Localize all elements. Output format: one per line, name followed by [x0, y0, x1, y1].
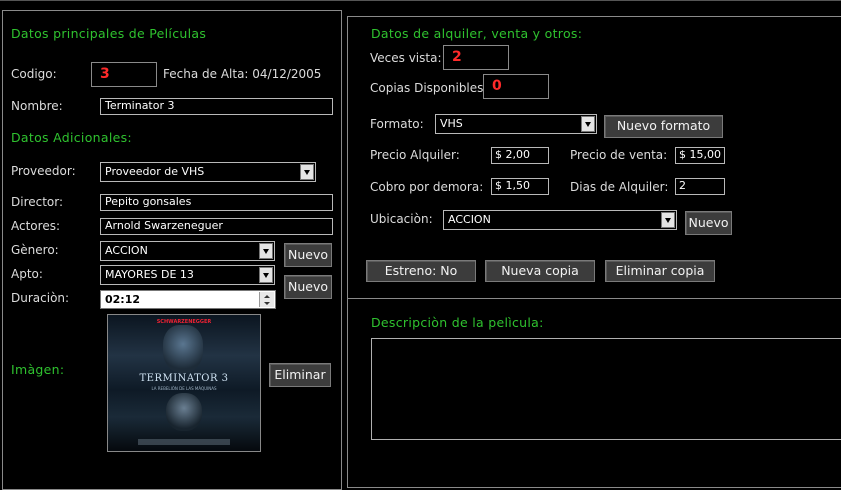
descripcion-title: Descripciòn de la pelìcula:: [371, 315, 544, 330]
section-divider: [348, 298, 841, 299]
copias-field[interactable]: 0: [483, 74, 549, 99]
nombre-field[interactable]: Terminator 3: [100, 98, 333, 115]
precio-alquiler-label: Precio Alquiler:: [370, 148, 460, 162]
formato-select[interactable]: VHS: [435, 114, 597, 134]
duracion-spinner[interactable]: 02:12: [100, 290, 276, 309]
duracion-label: Duraciòn:: [11, 291, 70, 305]
nombre-label: Nombre:: [11, 99, 63, 113]
ubicacion-nuevo-button[interactable]: Nuevo: [685, 211, 732, 235]
duracion-value: 02:12: [105, 293, 141, 306]
chevron-down-icon[interactable]: [661, 212, 675, 228]
imagen-label: Imàgen:: [11, 362, 65, 377]
poster-title: TERMINATOR 3: [139, 373, 229, 384]
genero-label: Gènero:: [11, 243, 59, 257]
chevron-down-icon[interactable]: [300, 164, 314, 180]
poster-face-shape-2: [166, 393, 202, 431]
director-label: Director:: [11, 195, 64, 209]
proveedor-label: Proveedor:: [11, 164, 76, 178]
director-field[interactable]: Pepito gonsales: [100, 194, 333, 211]
rental-panel: Datos de alquiler, venta y otros: Veces …: [347, 16, 841, 488]
veces-label: Veces vista:: [370, 51, 442, 65]
main-data-panel: Datos principales de Películas Codigo: 3…: [2, 10, 342, 490]
eliminar-copia-button[interactable]: Eliminar copia: [605, 260, 715, 282]
chevron-down-icon[interactable]: [259, 267, 273, 283]
poster-credits-block: [138, 439, 230, 445]
veces-field[interactable]: 2: [443, 45, 509, 70]
genero-nuevo-button[interactable]: Nuevo: [284, 243, 332, 267]
apto-select[interactable]: MAYORES DE 13: [100, 265, 275, 285]
formato-value: VHS: [440, 117, 463, 130]
precio-venta-label: Precio de venta:: [570, 148, 668, 162]
ubicacion-label: Ubicaciòn:: [370, 212, 433, 226]
movie-poster-image: SCHWARZENEGGER TERMINATOR 3 LA REBELIÓN …: [107, 314, 261, 452]
top-border-line: [0, 0, 841, 1]
apto-label: Apto:: [11, 267, 43, 281]
dias-field[interactable]: 2: [675, 178, 725, 195]
proveedor-value: Proveedor de VHS: [105, 165, 205, 178]
codigo-field[interactable]: 3: [91, 62, 157, 87]
precio-venta-field[interactable]: $ 15,00: [675, 147, 725, 164]
poster-subtitle: LA REBELIÓN DE LAS MÁQUINAS: [151, 386, 217, 391]
cobro-field[interactable]: $ 1,50: [491, 178, 549, 195]
rental-title: Datos de alquiler, venta y otros:: [371, 26, 583, 41]
precio-alquiler-field[interactable]: $ 2,00: [491, 147, 549, 164]
actores-label: Actores:: [11, 219, 60, 233]
adicionales-title: Datos Adicionales:: [11, 130, 132, 145]
proveedor-select[interactable]: Proveedor de VHS: [100, 162, 316, 182]
fecha-alta-text: Fecha de Alta: 04/12/2005: [163, 67, 322, 81]
genero-select[interactable]: ACCION: [100, 241, 275, 261]
codigo-label: Codigo:: [11, 67, 57, 81]
copias-label: Copias Disponibles:: [370, 81, 488, 95]
eliminar-imagen-button[interactable]: Eliminar: [269, 363, 331, 387]
genero-value: ACCION: [105, 244, 148, 257]
apto-nuevo-button[interactable]: Nuevo: [284, 275, 332, 299]
chevron-down-icon[interactable]: [581, 116, 595, 132]
formato-label: Formato:: [370, 117, 424, 131]
nueva-copia-button[interactable]: Nueva copia: [485, 260, 595, 282]
descripcion-textarea[interactable]: [371, 338, 841, 440]
cobro-label: Cobro por demora:: [370, 180, 484, 194]
spinner-arrows-icon[interactable]: [259, 292, 274, 307]
main-data-title: Datos principales de Películas: [11, 26, 207, 41]
actores-field[interactable]: Arnold Swarzeneguer: [100, 218, 333, 235]
nuevo-formato-button[interactable]: Nuevo formato: [604, 115, 723, 138]
estreno-button[interactable]: Estreno: No: [366, 260, 476, 282]
poster-face-shape: [163, 325, 203, 373]
ubicacion-value: ACCION: [448, 213, 491, 226]
dias-label: Dias de Alquiler:: [570, 180, 669, 194]
apto-value: MAYORES DE 13: [105, 268, 194, 281]
ubicacion-select[interactable]: ACCION: [443, 210, 677, 230]
chevron-down-icon[interactable]: [259, 243, 273, 259]
